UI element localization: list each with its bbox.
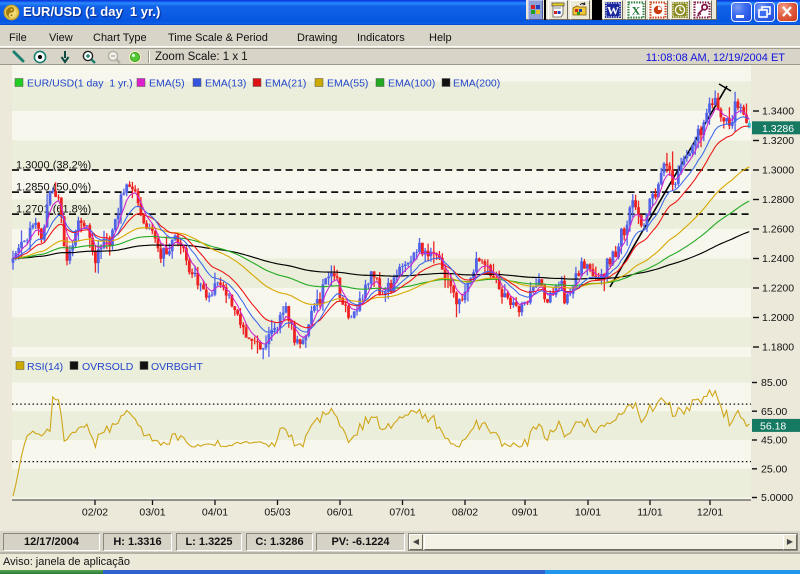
svg-text:1.2200: 1.2200 bbox=[762, 283, 794, 295]
svg-text:02/02: 02/02 bbox=[82, 507, 108, 519]
svg-text:X: X bbox=[632, 4, 641, 18]
svg-text:W: W bbox=[607, 4, 619, 18]
svg-text:12/01: 12/01 bbox=[697, 507, 723, 519]
svg-text:56.18: 56.18 bbox=[760, 420, 786, 432]
svg-text:1.3400: 1.3400 bbox=[762, 106, 794, 118]
svg-text:04/01: 04/01 bbox=[202, 507, 228, 519]
svg-text:1.2400: 1.2400 bbox=[762, 253, 794, 265]
svg-text:09/01: 09/01 bbox=[512, 507, 538, 519]
svg-text:RSI(14): RSI(14) bbox=[27, 361, 63, 373]
svg-text:1.3286: 1.3286 bbox=[762, 123, 794, 135]
svg-text:1.1800: 1.1800 bbox=[762, 342, 794, 354]
svg-text:1.3000: 1.3000 bbox=[762, 165, 794, 177]
svg-text:25.00: 25.00 bbox=[761, 463, 787, 475]
svg-text:EMA(21): EMA(21) bbox=[265, 78, 306, 90]
svg-text:65.00: 65.00 bbox=[761, 406, 787, 418]
svg-text:EMA(13): EMA(13) bbox=[205, 78, 246, 90]
svg-text:EMA(5): EMA(5) bbox=[149, 78, 185, 90]
svg-text:08/02: 08/02 bbox=[452, 507, 478, 519]
svg-text:45.00: 45.00 bbox=[761, 435, 787, 447]
svg-text:OVRSOLD: OVRSOLD bbox=[82, 361, 134, 373]
svg-text:1.2701 (61.8%): 1.2701 (61.8%) bbox=[16, 204, 91, 216]
svg-text:EMA(55): EMA(55) bbox=[327, 78, 368, 90]
svg-text:85.00: 85.00 bbox=[761, 377, 787, 389]
svg-text:03/01: 03/01 bbox=[139, 507, 165, 519]
svg-text:10/01: 10/01 bbox=[575, 507, 601, 519]
svg-text:1.2600: 1.2600 bbox=[762, 224, 794, 236]
svg-text:5.0000: 5.0000 bbox=[761, 492, 793, 504]
svg-text:1.2000: 1.2000 bbox=[762, 312, 794, 324]
svg-text:07/01: 07/01 bbox=[389, 507, 415, 519]
svg-text:EMA(200): EMA(200) bbox=[453, 78, 500, 90]
svg-text:05/03: 05/03 bbox=[264, 507, 290, 519]
svg-text:11/01: 11/01 bbox=[637, 507, 663, 519]
svg-text:1.2800: 1.2800 bbox=[762, 194, 794, 206]
svg-text:OVRBGHT: OVRBGHT bbox=[151, 361, 204, 373]
svg-text:06/01: 06/01 bbox=[327, 507, 353, 519]
svg-text:EMA(100): EMA(100) bbox=[388, 78, 435, 90]
svg-text:1.3200: 1.3200 bbox=[762, 135, 794, 147]
svg-text:EUR/USD(1 day 1 yr.): EUR/USD(1 day 1 yr.) bbox=[27, 78, 133, 90]
svg-text:1.3000 (38.2%): 1.3000 (38.2%) bbox=[16, 160, 91, 172]
